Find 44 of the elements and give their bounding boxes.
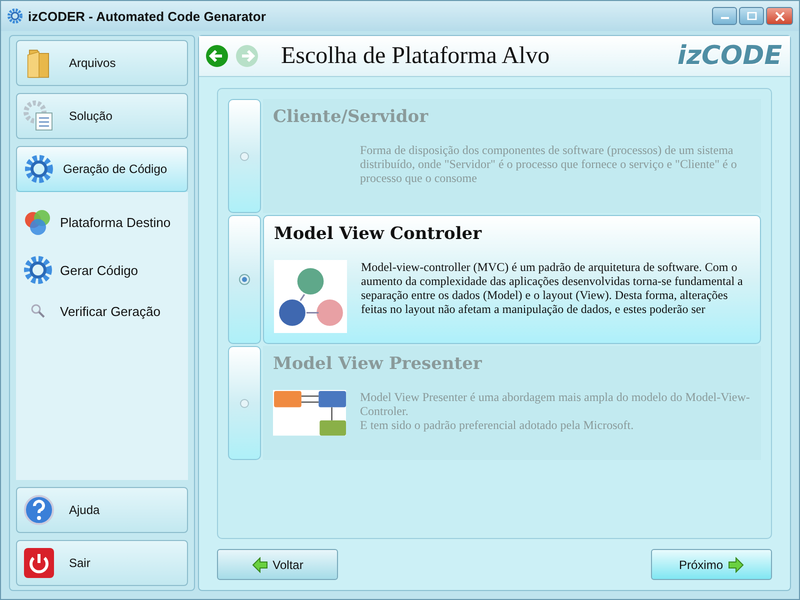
gear-icon bbox=[22, 254, 54, 286]
maximize-icon bbox=[746, 12, 756, 20]
option-card[interactable] bbox=[263, 215, 761, 344]
option-title: Cliente/Servidor bbox=[273, 107, 430, 129]
sidebar-label: Geração de Código bbox=[63, 162, 168, 176]
radio-button[interactable] bbox=[240, 398, 249, 408]
right-arrow-icon bbox=[728, 556, 744, 572]
radio-strip[interactable] bbox=[228, 99, 261, 213]
sidebar-button[interactable]: Solução bbox=[16, 93, 188, 139]
sidebar-label: Ajuda bbox=[68, 503, 100, 517]
radio-strip[interactable] bbox=[228, 215, 261, 344]
help-icon bbox=[23, 494, 55, 526]
option-description: Model View Presenter é uma abordagem mais ampla do modelo do Model-View-Controler. E tem sido o padrão preferencial adotado pela Microsoft. bbox=[360, 390, 751, 432]
sidebar-label: Arquivos bbox=[68, 56, 116, 70]
sidebar-item[interactable]: Gerar Código bbox=[16, 246, 188, 294]
next-button[interactable]: Próximo bbox=[651, 549, 772, 580]
close-icon bbox=[774, 12, 784, 20]
search-icon bbox=[30, 303, 46, 319]
option-description: Forma de disposição dos componentes de software (processos) de um sistema distribuído, onde "Servidor" é o processo que fornece o serviço e "Cliente" é o processo que o consome bbox=[360, 143, 738, 185]
radio-strip[interactable] bbox=[228, 346, 261, 460]
sidebar-button[interactable]: Geração de Código bbox=[16, 146, 188, 192]
sidebar-label: Solução bbox=[68, 109, 112, 123]
sidebar-button[interactable]: Arquivos bbox=[16, 40, 188, 86]
radio-button[interactable] bbox=[240, 152, 249, 160]
gear-document-icon bbox=[23, 100, 55, 132]
left-arrow-icon bbox=[252, 556, 268, 572]
sidebar-button[interactable]: Ajuda bbox=[16, 487, 188, 533]
logo: izCODE bbox=[677, 41, 782, 71]
sidebar-label: Sair bbox=[68, 556, 90, 570]
option-title: Model View Controler bbox=[274, 224, 483, 246]
window-title: izCODER - Automated Code Genarator bbox=[28, 8, 266, 24]
option-description: Model-view-controller (MVC) é um padrão de arquitetura de software. Com o aumento da complexidade das aplicações desenvolvidas torna-se fundamental a separação entre os dados (Model) e o layout (View). Desta forma, alterações feitas no layout não afetam a manipulação de dados, e estes poderão ser bbox=[361, 260, 744, 316]
option-title: Model View Presenter bbox=[273, 354, 483, 376]
close-button[interactable] bbox=[766, 7, 793, 25]
minimize-button[interactable] bbox=[712, 7, 737, 25]
sidebar-item[interactable]: Verificar Geração bbox=[16, 294, 188, 328]
sidebar-item[interactable]: Plataforma Destino bbox=[16, 198, 188, 246]
gear-icon bbox=[7, 8, 23, 24]
gear-icon bbox=[23, 153, 55, 185]
power-icon bbox=[23, 547, 55, 579]
sidebar-button[interactable]: Sair bbox=[16, 540, 188, 586]
maximize-button[interactable] bbox=[739, 7, 764, 25]
page-title: Escolha de Plataforma Alvo bbox=[281, 42, 550, 70]
back-button[interactable]: Voltar bbox=[217, 549, 338, 580]
